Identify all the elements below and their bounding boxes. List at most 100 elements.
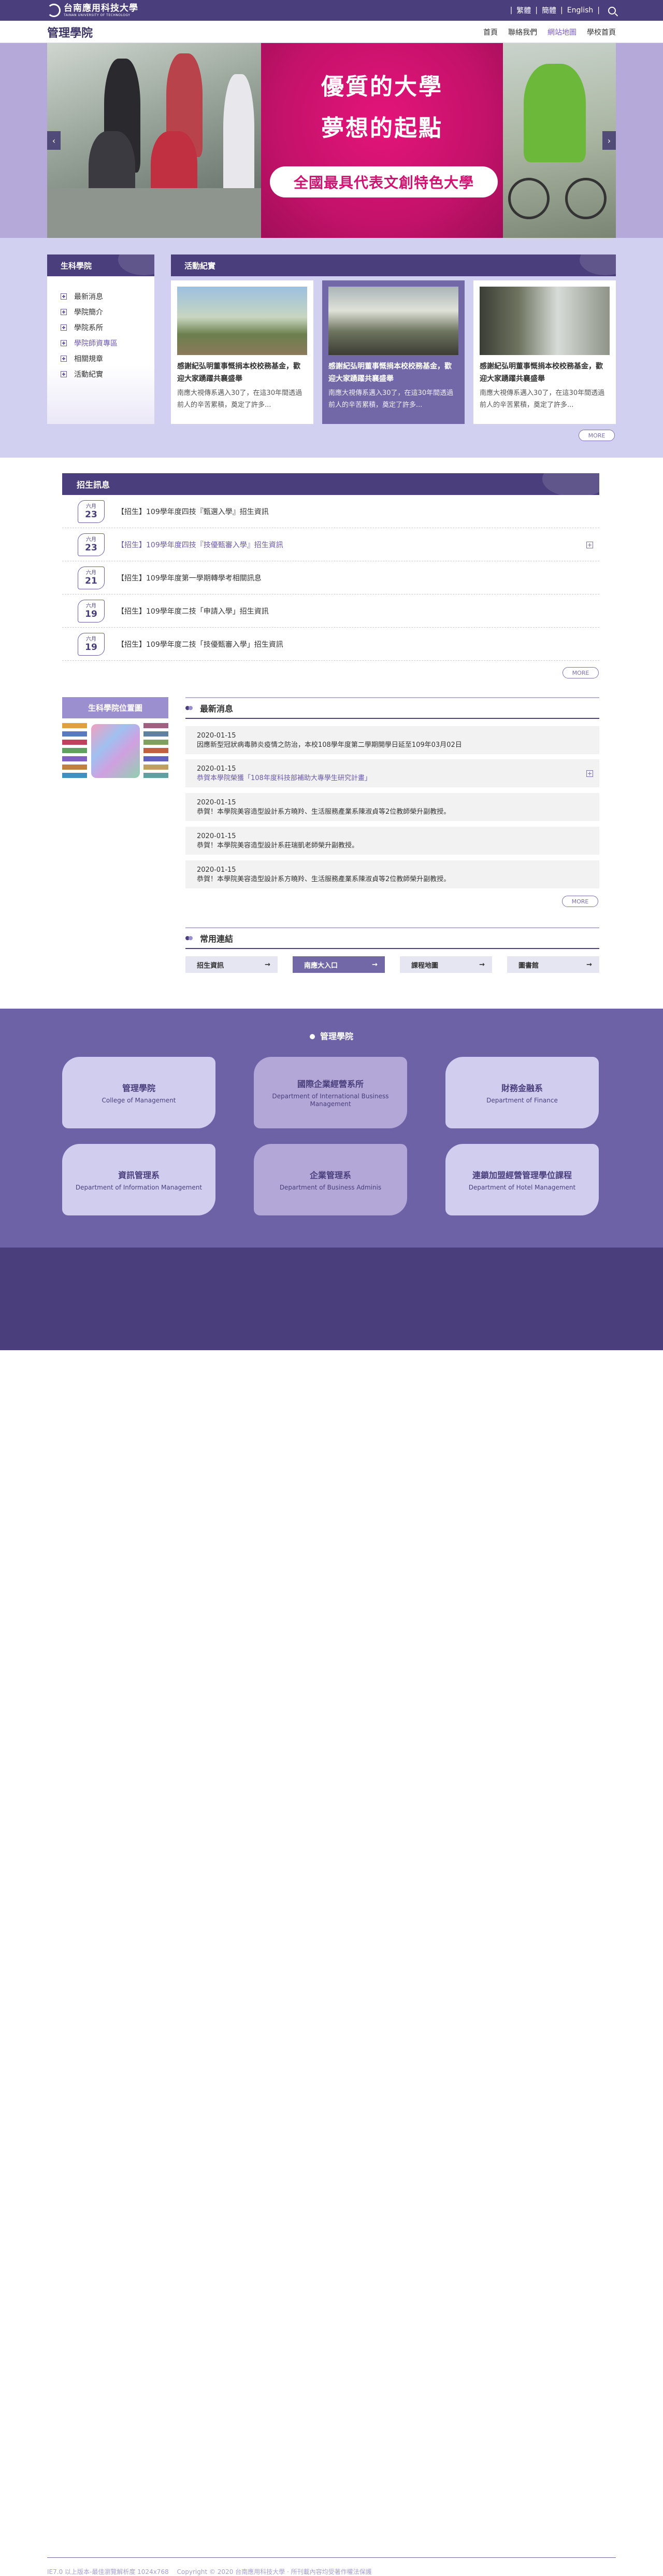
sidebar-menu: 最新消息 學院簡介 學院系所 學院師資專區 相關規章 活動紀實 (47, 276, 154, 424)
nav-contact-link[interactable]: 聯絡我們 (508, 27, 537, 37)
admissions-section: 招生訊息 六月 23 【招生】109學年度四技『甄選入學』招生資訊 六月 23 【招… (62, 473, 599, 661)
bullet-icon (185, 705, 194, 711)
expand-icon[interactable] (586, 770, 593, 777)
lang-english-link[interactable]: English (567, 6, 594, 15)
banner-next-button[interactable]: › (602, 131, 616, 150)
sidebar-item-faculty[interactable]: 學院師資專區 (61, 335, 154, 351)
quicklink-portal[interactable]: 南應大入口 → (293, 956, 385, 973)
map-title: 生科學院位置圖 (62, 697, 168, 718)
news-item[interactable]: 2020-01-15 恭賀本學院榮獲「108年度科技部補助大專學生研究計畫」 (185, 759, 599, 787)
dept-card-management[interactable]: 管理學院 College of Management (62, 1057, 215, 1128)
arrow-right-icon: → (586, 960, 592, 969)
footer-address: 台南市永康區中正路529號（商學大樓6樓）Tainan City, Yongka… (47, 2529, 363, 2537)
nav-school-home-link[interactable]: 學校首頁 (587, 27, 616, 37)
dept-card-intl-business[interactable]: 國際企業經營系所 Department of International Bus… (254, 1057, 407, 1128)
news-item[interactable]: 2020-01-15 因應新型冠狀病毒肺炎疫情之防治，本校108學年度第二學期開… (185, 726, 599, 754)
admission-item[interactable]: 六月 23 【招生】109學年度四技『甄選入學』招生資訊 (62, 495, 599, 528)
activity-photo (177, 287, 307, 355)
admission-text: 【招生】109學年度第一學期轉學考相關訊息 (117, 574, 262, 583)
activity-card[interactable]: 感謝紀弘明董事慨捐本校校務基金，歡迎大家踴躍共襄盛舉 南應大視傳系邁入30了，在… (473, 280, 616, 424)
banner-slogan-pill: 全國最具代表文創特色大學 (270, 166, 498, 197)
nav-sitemap-link[interactable]: 網站地圖 (547, 27, 576, 37)
admissions-title: 招生訊息 (62, 473, 599, 495)
news-text: 恭賀！本學院美容造型設計系莊瑞凱老師榮升副教授。 (197, 842, 359, 850)
sidebar-header-wrap: 生科學院 (47, 254, 154, 276)
bullet-icon (309, 1034, 315, 1039)
plus-icon (61, 324, 67, 331)
plus-icon (61, 340, 67, 346)
news-text: 因應新型冠狀病毒肺炎疫情之防治，本校108學年度第二學期開學日延至109年03月… (197, 741, 462, 749)
quicklink-course-map[interactable]: 課程地圖 → (400, 956, 492, 973)
quicklink-admissions[interactable]: 招生資訊 → (185, 956, 278, 973)
activities-section: 活動紀實 感謝紀弘明董事慨捐本校校務基金，歡迎大家踴躍共襄盛舉 南應大視傳系邁入… (171, 254, 616, 424)
date-badge: 六月 21 (78, 566, 105, 589)
sidebar-item-departments[interactable]: 學院系所 (61, 320, 154, 335)
language-links: | 繁體 | 簡體 | English | (506, 0, 616, 21)
news-text: 恭賀！本學院美容造型設計系方曉羚、生活服務產業系陳淑貞等2位教師榮升副教授。 (197, 808, 451, 816)
news-date: 2020-01-15 (197, 765, 236, 773)
admission-item[interactable]: 六月 21 【招生】109學年度第一學期轉學考相關訊息 (62, 561, 599, 595)
news-date: 2020-01-15 (197, 832, 236, 840)
news-item[interactable]: 2020-01-15 恭賀！本學院美容造型設計系莊瑞凱老師榮升副教授。 (185, 827, 599, 855)
news-item[interactable]: 2020-01-15 恭賀！本學院美容造型設計系方曉羚、生活服務產業系陳淑貞等2… (185, 860, 599, 888)
nav-home-link[interactable]: 首頁 (483, 27, 498, 37)
banner-photo-cyclist (503, 43, 616, 238)
arrow-right-icon: → (265, 960, 270, 969)
date-badge: 六月 23 (78, 500, 105, 523)
arrow-right-icon: → (372, 960, 378, 969)
activity-desc: 南應大視傳系邁入30了，在這30年間透過前人的辛苦累積，奠定了許多... (328, 389, 454, 409)
activity-card[interactable]: 感謝紀弘明董事慨捐本校校務基金，歡迎大家踴躍共襄盛舉 南應大視傳系邁入30了，在… (322, 280, 465, 424)
campus-map-image[interactable] (62, 723, 168, 779)
search-icon[interactable] (608, 6, 616, 15)
lang-simplified-link[interactable]: 簡體 (542, 5, 556, 16)
sidebar-item-intro[interactable]: 學院簡介 (61, 304, 154, 320)
expand-icon[interactable] (586, 542, 593, 548)
dept-card-info-management[interactable]: 資訊管理系 Department of Information Manageme… (62, 1144, 215, 1215)
nav-bar: 管理學院 首頁 聯絡我們 網站地圖 學校首頁 (0, 21, 663, 43)
banner-carousel[interactable]: 優質的大學 夢想的起點 全國最具代表文創特色大學 ‹ › (47, 43, 616, 238)
dept-card-business-admin[interactable]: 企業管理系 Department of Business Adminis (254, 1144, 407, 1215)
site-title[interactable]: 管理學院 (47, 24, 93, 40)
activity-card[interactable]: 感謝紀弘明董事慨捐本校校務基金，歡迎大家踴躍共襄盛舉 南應大視傳系邁入30了，在… (171, 280, 313, 424)
footer-phone-email: TEL：886-6-2532106#313 FAX：06-2544274 E-m… (47, 2540, 318, 2548)
lang-traditional-link[interactable]: 繁體 (516, 5, 531, 16)
sidebar-item-news[interactable]: 最新消息 (61, 289, 154, 304)
arrow-right-icon: → (479, 960, 485, 969)
activities-more-button[interactable]: MORE (579, 430, 615, 441)
footer-copyright: IE7.0 以上版本-最佳瀏覽解析度 1024x768 Copyright © … (47, 2568, 372, 2575)
admission-text: 【招生】109學年度二技「申請入學」招生資訊 (117, 607, 269, 616)
admissions-more-button[interactable]: MORE (563, 667, 599, 678)
dept-card-finance[interactable]: 財務金融系 Department of Finance (445, 1057, 599, 1128)
news-text: 恭賀！本學院美容造型設計系方曉羚、生活服務產業系陳淑貞等2位教師榮升副教授。 (197, 875, 451, 883)
activities-title: 活動紀實 (171, 254, 616, 276)
admission-item[interactable]: 六月 19 【招生】109學年度二技「技優甄審入學」招生資訊 (62, 628, 599, 661)
date-badge: 六月 19 (78, 599, 105, 622)
university-logo[interactable]: 台南應用科技大學 TAINAN UNIVERSITY OF TECHNOLOGY (47, 3, 138, 18)
quicklink-library[interactable]: 圖書館 → (507, 956, 599, 973)
activity-photo (328, 287, 458, 355)
news-more-button[interactable]: MORE (562, 896, 598, 907)
admission-item[interactable]: 六月 19 【招生】109學年度二技「申請入學」招生資訊 (62, 595, 599, 628)
admission-text: 【招生】109學年度四技『技優甄審入學』招生資訊 (117, 541, 283, 549)
main-nav: 首頁 聯絡我們 網站地圖 學校首頁 (473, 21, 616, 43)
sidebar-item-activities[interactable]: 活動紀實 (61, 366, 154, 382)
news-date: 2020-01-15 (197, 866, 236, 874)
plus-icon (61, 356, 67, 362)
dept-card-franchise[interactable]: 連鎖加盟經營管理學位課程 Department of Hotel Managem… (445, 1144, 599, 1215)
admission-item[interactable]: 六月 23 【招生】109學年度四技『技優甄審入學』招生資訊 (62, 528, 599, 561)
activity-desc: 南應大視傳系邁入30了，在這30年間透過前人的辛苦累積，奠定了許多... (177, 389, 302, 409)
plus-icon (61, 309, 67, 315)
activity-title: 感謝紀弘明董事慨捐本校校務基金，歡迎大家踴躍共襄盛舉 (328, 362, 452, 383)
activity-desc: 南應大視傳系邁入30了，在這30年間透過前人的辛苦累積，奠定了許多... (480, 389, 605, 409)
sidebar-item-regulations[interactable]: 相關規章 (61, 351, 154, 366)
admission-text: 【招生】109學年度二技「技優甄審入學」招生資訊 (117, 640, 283, 649)
news-title: 最新消息 (200, 704, 234, 714)
logo-text: 台南應用科技大學 (64, 3, 138, 13)
links-title: 常用連結 (200, 934, 234, 944)
footer: 台南應用科技大學-管理學院 台南市永康區中正路529號（商學大樓6樓）Taina… (0, 1248, 663, 2575)
banner-prev-button[interactable]: ‹ (47, 131, 61, 150)
top-bar: 台南應用科技大學 TAINAN UNIVERSITY OF TECHNOLOGY… (0, 0, 663, 21)
footer-contact: 台南應用科技大學-管理學院 台南市永康區中正路529號（商學大樓6樓）Taina… (47, 2516, 362, 2550)
plus-icon (61, 293, 67, 300)
news-item[interactable]: 2020-01-15 恭賀！本學院美容造型設計系方曉羚、生活服務產業系陳淑貞等2… (185, 793, 599, 821)
